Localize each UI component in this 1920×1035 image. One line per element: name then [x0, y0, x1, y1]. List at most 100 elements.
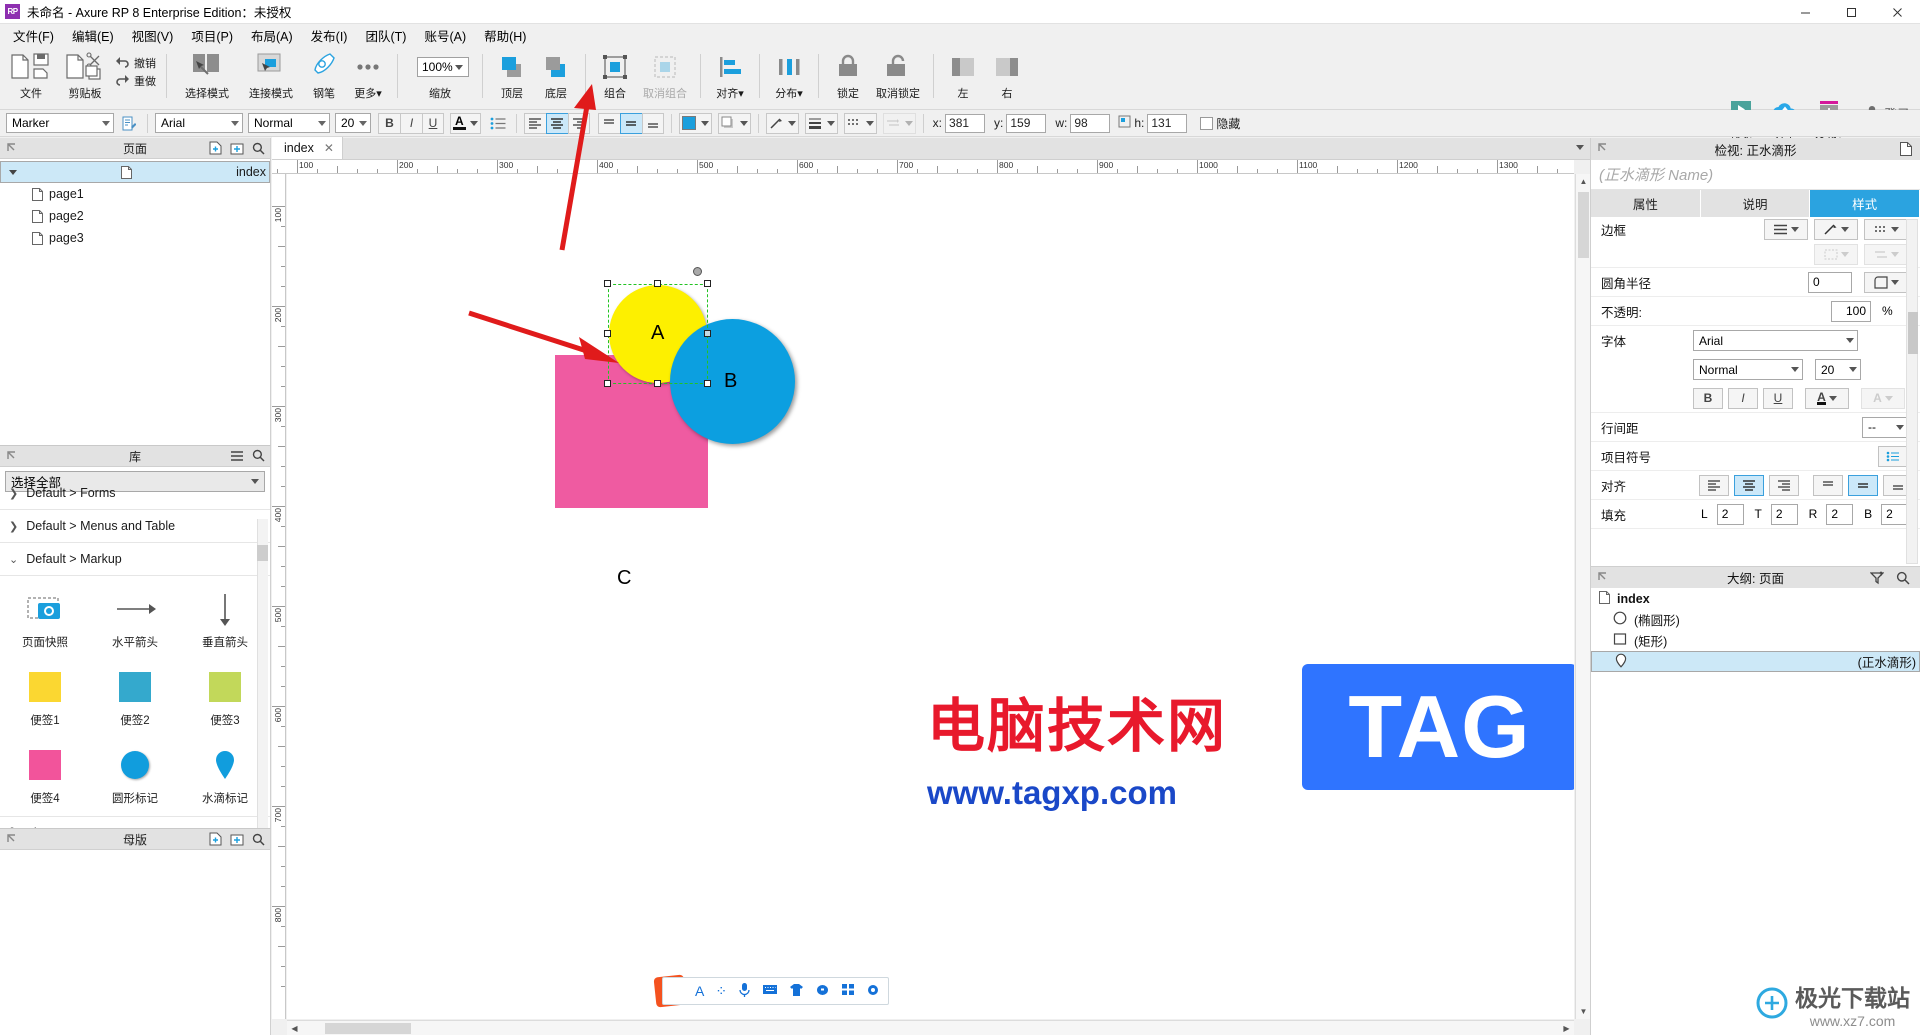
ime-skin-icon[interactable] — [789, 983, 804, 1000]
canvas-vscrollbar[interactable]: ▲ ▼ — [1575, 174, 1590, 1019]
inspector-align-left-button[interactable] — [1699, 474, 1729, 496]
search-icon[interactable] — [1896, 571, 1910, 588]
border-style-button[interactable] — [1864, 218, 1908, 240]
font-size-select[interactable]: 20 — [335, 113, 371, 133]
padding-left-input[interactable]: 2 — [1716, 503, 1744, 525]
ime-mode-icon[interactable]: A — [695, 983, 704, 999]
ime-apps-icon[interactable] — [841, 983, 855, 999]
resize-handle-nw[interactable] — [604, 280, 611, 287]
ime-voice-icon[interactable] — [738, 982, 751, 1001]
distribute-button[interactable]: 分布▾ — [767, 46, 811, 106]
add-master-folder-icon[interactable] — [230, 833, 244, 849]
add-page-icon[interactable] — [209, 141, 222, 158]
send-back-button[interactable]: 底层 — [534, 46, 578, 106]
zoom-control[interactable]: 100% 缩放 — [405, 46, 475, 106]
inspector-valign-middle-button[interactable] — [1848, 474, 1878, 496]
close-button[interactable] — [1874, 0, 1920, 24]
menu-icon[interactable] — [230, 450, 244, 465]
bullets-button[interactable] — [487, 113, 509, 134]
resize-handle-s[interactable] — [654, 380, 661, 387]
library-widget-note2[interactable]: 便签2 — [90, 660, 180, 738]
search-icon[interactable] — [252, 833, 265, 849]
inspector-font-select[interactable]: Arial — [1693, 330, 1858, 351]
inspector-weight-select[interactable]: Normal — [1693, 359, 1803, 380]
undo-button[interactable]: 撤销 — [112, 54, 159, 72]
y-input[interactable]: 159 — [1006, 113, 1047, 133]
page-row-index[interactable]: index — [0, 161, 270, 183]
x-input[interactable]: 381 — [945, 113, 986, 133]
style-manager-button[interactable] — [118, 113, 140, 134]
chevron-down-icon[interactable] — [9, 169, 17, 175]
resize-handle-sw[interactable] — [604, 380, 611, 387]
italic-button[interactable]: I — [400, 112, 422, 134]
canvas-hscrollbar[interactable]: ◀ ▶ — [287, 1020, 1574, 1035]
collapse-arrow-icon[interactable] — [1597, 571, 1608, 585]
font-color-button[interactable]: A — [450, 112, 481, 134]
select-mode-button[interactable]: 选择模式 — [174, 46, 240, 106]
inspector-align-right-button[interactable] — [1769, 474, 1799, 496]
library-widget-h-arrow[interactable]: 水平箭头 — [90, 582, 180, 660]
padding-right-input[interactable]: 2 — [1826, 503, 1854, 525]
arrow-ends-button[interactable] — [1864, 243, 1908, 265]
hscroll-thumb[interactable] — [325, 1023, 411, 1034]
outline-row-rectangle[interactable]: (矩形) — [1591, 630, 1920, 651]
add-master-icon[interactable] — [209, 832, 222, 849]
inspector-font-color-button[interactable]: A — [1805, 387, 1849, 409]
border-color-button[interactable] — [1814, 218, 1858, 240]
resize-handle-se[interactable] — [704, 380, 711, 387]
opacity-input[interactable]: 100 — [1831, 300, 1871, 322]
collapse-arrow-icon[interactable] — [6, 833, 17, 847]
more-button[interactable]: 更多▾ — [346, 46, 390, 106]
library-group-forms[interactable]: ❯ Default > Forms — [0, 477, 270, 510]
add-folder-icon[interactable] — [230, 142, 244, 158]
valign-top-button[interactable] — [597, 112, 620, 134]
scroll-right-icon[interactable]: ▶ — [1559, 1021, 1574, 1035]
inspector-bullets-button[interactable] — [1878, 445, 1908, 467]
resize-handle-w[interactable] — [604, 330, 611, 337]
design-canvas[interactable]: C A B 电脑技术网 www.tagxp.com TAG — [287, 174, 1574, 1019]
inspector-doc-icon[interactable] — [1900, 142, 1912, 159]
inspector-italic-button[interactable]: I — [1728, 387, 1758, 409]
chevron-down-icon[interactable] — [1576, 145, 1584, 150]
menu-publish[interactable]: 发布(I) — [302, 23, 357, 48]
line-spacing-select[interactable]: -- — [1862, 416, 1908, 438]
outline-row-drop[interactable]: (正水滴形) — [1591, 651, 1920, 672]
menu-help[interactable]: 帮助(H) — [475, 23, 535, 48]
valign-middle-button[interactable] — [619, 112, 642, 134]
inspector-underline-button[interactable]: U — [1763, 387, 1793, 409]
menu-project[interactable]: 项目(P) — [182, 23, 242, 48]
inspector-name-input[interactable]: (正水滴形 Name) — [1591, 160, 1920, 190]
close-icon[interactable]: ✕ — [324, 141, 334, 155]
inspector-size-select[interactable]: 20 — [1815, 359, 1861, 380]
outline-row-index[interactable]: index — [1591, 588, 1920, 609]
resize-handle-n[interactable] — [654, 280, 661, 287]
menu-team[interactable]: 团队(T) — [356, 23, 415, 48]
border-visibility-button[interactable] — [1764, 218, 1808, 240]
h-input[interactable]: 131 — [1147, 113, 1188, 133]
scroll-up-icon[interactable]: ▲ — [1576, 174, 1591, 189]
padding-top-input[interactable]: 2 — [1770, 503, 1798, 525]
library-widget-snapshot[interactable]: 页面快照 — [0, 582, 90, 660]
tab-properties[interactable]: 属性 — [1591, 190, 1701, 217]
link-ratio-icon[interactable] — [1118, 115, 1131, 131]
library-scroll-thumb[interactable] — [257, 545, 268, 561]
group-button[interactable]: 组合 — [593, 46, 637, 106]
minimize-button[interactable] — [1782, 0, 1828, 24]
w-input[interactable]: 98 — [1070, 113, 1111, 133]
menu-account[interactable]: 账号(A) — [415, 23, 475, 48]
unlock-button[interactable]: 取消锁定 — [870, 46, 926, 106]
resize-handle-e[interactable] — [704, 330, 711, 337]
search-icon[interactable] — [252, 449, 265, 465]
menu-edit[interactable]: 编辑(E) — [63, 23, 123, 48]
padding-bottom-input[interactable]: 2 — [1881, 503, 1908, 525]
maximize-button[interactable] — [1828, 0, 1874, 24]
ime-settings-icon[interactable] — [866, 983, 880, 1000]
ime-emoji-icon[interactable] — [815, 983, 830, 999]
ime-keyboard-icon[interactable] — [762, 983, 778, 999]
collapse-arrow-icon[interactable] — [1597, 142, 1608, 156]
library-widget-note4[interactable]: 便签4 — [0, 738, 90, 816]
scroll-left-icon[interactable]: ◀ — [287, 1021, 302, 1035]
scroll-down-icon[interactable]: ▼ — [1576, 1004, 1591, 1019]
inspector-scrollbar[interactable] — [1906, 219, 1918, 564]
widget-style-select[interactable]: Marker — [6, 113, 114, 133]
